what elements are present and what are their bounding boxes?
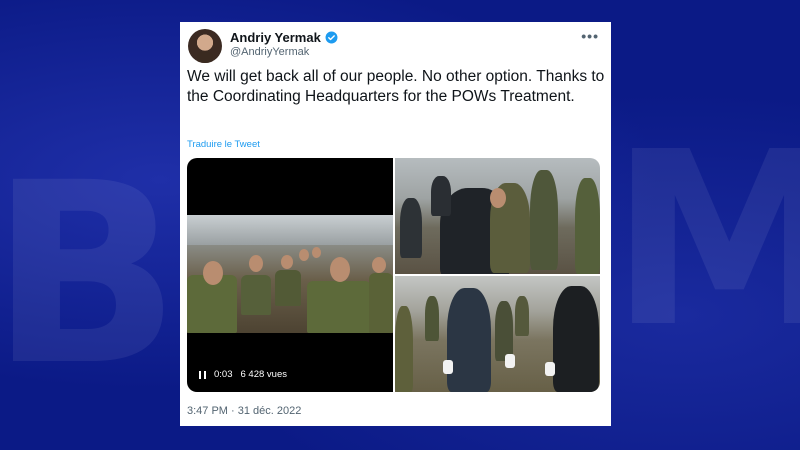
avatar[interactable] [188,29,222,63]
author-handle[interactable]: @AndriyYermak [230,46,309,58]
video-views: 6 428 vues [240,369,287,380]
tweet-card: Andriy Yermak @AndriyYermak ••• We will … [180,22,611,426]
pause-icon[interactable] [199,370,206,379]
more-icon[interactable]: ••• [581,28,599,44]
background-logo-letter: B [0,129,181,420]
author-name[interactable]: Andriy Yermak [230,30,321,45]
tweet-text: We will get back all of our people. No o… [187,68,605,105]
verified-badge-icon [325,31,338,44]
photo-field[interactable] [395,276,600,392]
video-controls: 0:03 6 428 vues [199,369,287,380]
background-logo-letter: M [610,100,800,380]
translate-link[interactable]: Traduire le Tweet [187,139,260,150]
video-time: 0:03 [214,369,233,380]
tweet-timestamp[interactable]: 3:47 PM · 31 déc. 2022 [187,405,301,417]
video-player[interactable]: 0:03 6 428 vues [187,158,393,392]
media-grid: 0:03 6 428 vues [187,158,600,392]
author-row: Andriy Yermak [230,30,338,45]
photo-embrace[interactable] [395,158,600,274]
video-frame [187,215,393,333]
